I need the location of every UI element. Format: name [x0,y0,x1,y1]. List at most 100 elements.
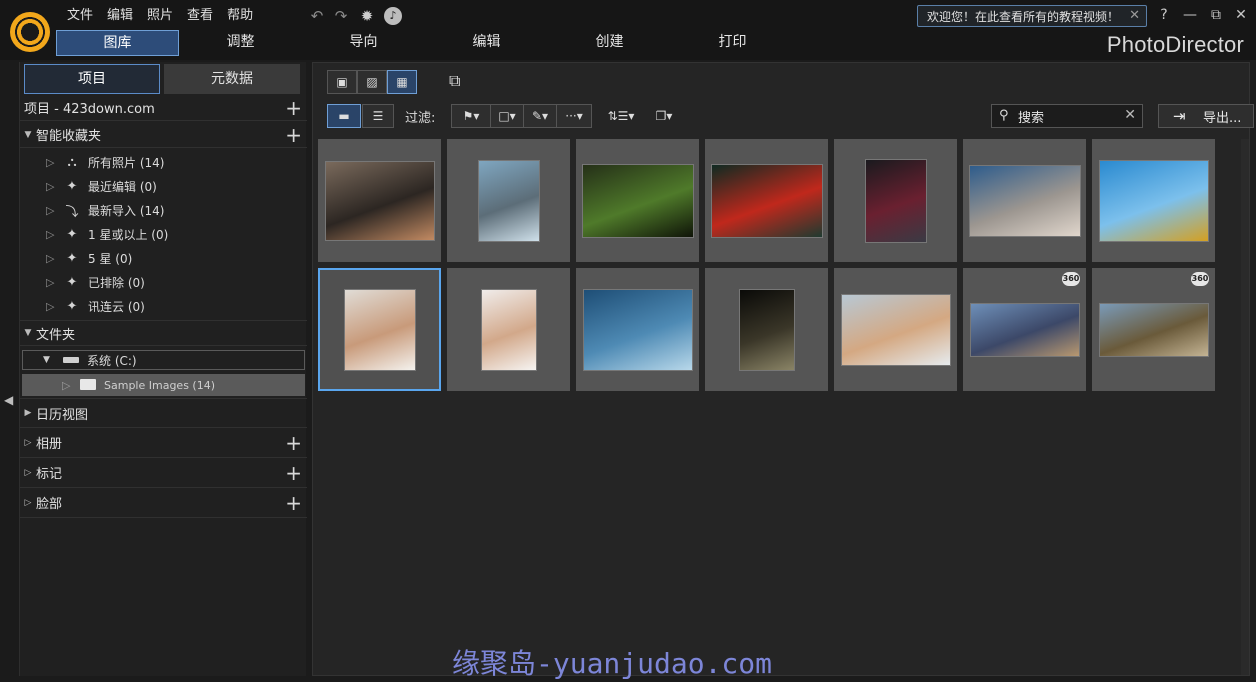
clear-search-icon[interactable]: ✕ [1124,107,1136,123]
photo-thumbnail[interactable] [576,139,699,262]
add-smart-collection-button[interactable]: + [285,122,302,148]
view-compare-button[interactable]: ▨ [357,70,387,94]
smart-item[interactable]: ▷ ✦ 最近编辑 (0) [20,174,307,198]
scrollbar[interactable] [1241,139,1249,675]
pencil-icon: ✎▾ [531,109,549,123]
tab-edit[interactable]: 编辑 [425,30,548,56]
smart-item[interactable]: ▷ ⛬ 所有照片 (14) [20,150,307,174]
minimize-button[interactable]: — [1179,4,1201,26]
section-label: 智能收藏夹 [36,129,102,144]
sparkle-icon: ✦ [66,178,78,194]
photo-thumbnail[interactable] [318,268,441,391]
search-placeholder: 搜索 [1018,110,1045,126]
smart-item[interactable]: ▷ ⤵ 最新导入 (14) [20,198,307,222]
photo-thumbnail[interactable] [447,268,570,391]
list-view-button[interactable]: ☰ [362,104,394,128]
folder-label: 系统 (C:) [87,353,137,368]
export-label: 导出... [1203,110,1242,126]
section-folders[interactable]: ▼ 文件夹 [20,320,307,346]
tab-project[interactable]: 项目 [24,64,160,94]
menu-file[interactable]: 文件 [60,6,100,26]
photo-thumbnail[interactable] [1092,139,1215,262]
tab-print[interactable]: 打印 [671,30,794,56]
folder-sample-images[interactable]: ▷ Sample Images (14) [22,374,305,396]
notification-bell-icon[interactable]: ♪ [384,7,402,25]
welcome-banner[interactable]: 欢迎您！在此查看所有的教程视频！ ✕ [917,5,1147,27]
tab-guided[interactable]: 导向 [302,30,425,56]
photo-thumbnail[interactable] [834,139,957,262]
tab-adjust[interactable]: 调整 [179,30,302,56]
search-input[interactable]: ⚲ 搜索 ✕ [991,104,1143,128]
section-label: 相册 [36,437,63,452]
smart-item[interactable]: ▷ ✦ 5 星 (0) [20,246,307,270]
undo-icon[interactable]: ↶ [308,7,326,25]
close-icon[interactable]: ✕ [1129,8,1140,23]
photo-thumbnail[interactable] [447,139,570,262]
section-faces[interactable]: ▷ 脸部 + [20,488,307,518]
add-album-button[interactable]: + [285,428,302,458]
photo-thumbnail[interactable] [318,139,441,262]
panel-collapse-icon[interactable]: ◀ [4,393,14,413]
tab-create[interactable]: 创建 [548,30,671,56]
smart-item[interactable]: ▷ ✦ 已排除 (0) [20,270,307,294]
project-row: 项目 - 423down.com + [20,95,307,121]
tab-metadata[interactable]: 元数据 [164,64,300,94]
photo-thumbnail[interactable] [834,268,957,391]
menu-view[interactable]: 查看 [180,6,220,26]
photo-thumbnail[interactable] [576,268,699,391]
chevron-right-icon: ▷ [46,251,55,265]
expanded-triangle-icon: ▼ [24,129,32,140]
photo-thumbnail[interactable] [705,268,828,391]
left-panel: 项目 元数据 项目 - 423down.com + ▼ 智能收藏夹 + ▷ ⛬ … [19,62,307,676]
smart-item-label: 5 星 (0) [88,251,133,266]
section-label: 日历视图 [36,407,89,423]
title-bar: 文件 编辑 照片 查看 帮助 ↶ ↷ ✹ ♪ 欢迎您！在此查看所有的教程视频！ … [0,0,1256,60]
photo-thumbnail[interactable]: 360 [1092,268,1215,391]
thumbnail-view-button[interactable]: ▬ [327,104,361,128]
gear-icon[interactable]: ✹ [358,7,376,25]
welcome-text: 欢迎您！在此查看所有的教程视频！ [927,9,1120,24]
stack-dropdown[interactable]: ❐▾ [649,104,679,128]
smart-item[interactable]: ▷ ✦ 1 星或以上 (0) [20,222,307,246]
brand-title: PhotoDirector [1106,32,1244,57]
menu-edit[interactable]: 编辑 [100,6,140,26]
sort-dropdown[interactable]: ⇅☰▾ [603,104,639,128]
drive-icon [63,357,79,363]
menu-help[interactable]: 帮助 [220,6,260,26]
section-calendar-view[interactable]: ▶ 日历视图 [20,398,307,428]
photo-thumbnail[interactable] [705,139,828,262]
export-button[interactable]: ⇥ 导出... [1158,104,1254,128]
chevron-right-icon: ▷ [46,227,55,241]
section-albums[interactable]: ▷ 相册 + [20,428,307,458]
flag-filter-dropdown[interactable]: ⚑▾ [451,104,491,128]
photo-panorama-wall [969,302,1080,357]
add-project-button[interactable]: + [285,95,302,121]
photo-thumbnail[interactable]: 360 [963,268,1086,391]
section-tags[interactable]: ▷ 标记 + [20,458,307,488]
import-arrow-icon: ⤵ [65,204,79,220]
help-button[interactable]: ? [1153,4,1175,26]
add-face-button[interactable]: + [285,488,302,518]
more-filter-dropdown[interactable]: ···▾ [556,104,592,128]
section-label: 脸部 [36,497,63,512]
collapsed-triangle-icon: ▷ [24,467,32,478]
view-grid-button[interactable]: ▦ [387,70,417,94]
photo-thumbnail[interactable] [963,139,1086,262]
photo-ocean-wave [582,288,693,371]
more-icon: ···▾ [565,109,583,123]
color-filter-dropdown[interactable]: □▾ [490,104,524,128]
section-smart-collections[interactable]: ▼ 智能收藏夹 + [20,122,307,148]
close-window-button[interactable]: ✕ [1230,4,1252,26]
redo-icon[interactable]: ↷ [332,7,350,25]
smart-item[interactable]: ▷ ✦ 讯连云 (0) [20,294,307,318]
view-single-button[interactable]: ▣ [327,70,357,94]
edit-filter-dropdown[interactable]: ✎▾ [523,104,557,128]
menu-photo[interactable]: 照片 [140,6,180,26]
list-icon: ☰ [372,109,384,123]
add-tag-button[interactable]: + [285,458,302,488]
panorama-360-badge: 360 [1191,272,1209,286]
tab-library[interactable]: 图库 [56,30,179,56]
second-display-icon[interactable]: ⧉ [449,71,471,91]
folder-system-drive[interactable]: ▼ 系统 (C:) [22,350,305,370]
restore-button[interactable]: ⧉ [1205,4,1227,26]
